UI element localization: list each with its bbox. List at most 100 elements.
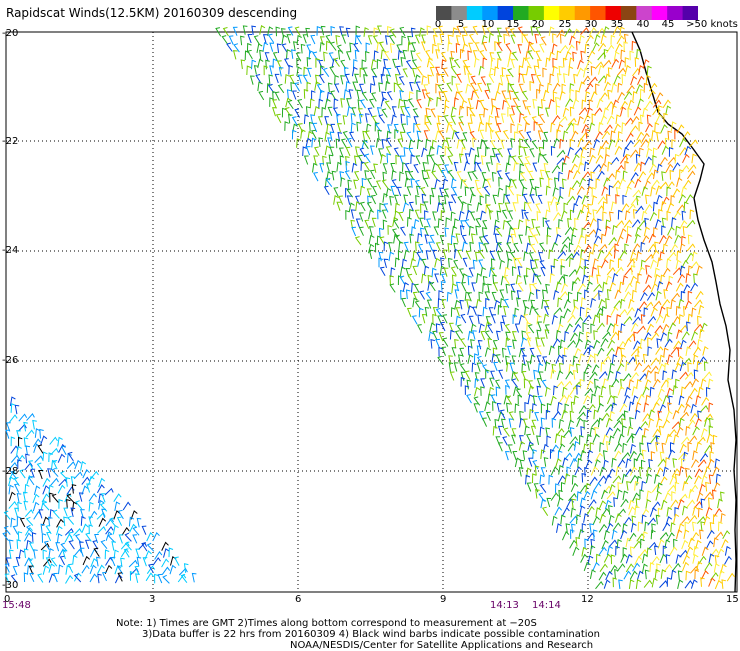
wind-barb [575,265,584,275]
wind-barb [593,529,598,540]
wind-barb [582,322,587,333]
wind-barb [529,444,535,454]
wind-barb [67,451,74,462]
wind-barb [425,250,431,260]
wind-barb [578,353,585,363]
wind-barb [600,361,606,372]
wind-barb [550,122,556,133]
wind-barb [477,340,483,350]
lat-label-26: -26 [2,355,18,366]
wind-barb [558,116,568,124]
wind-barb [617,91,625,101]
wind-barb [491,314,497,324]
wind-barb [610,130,616,141]
wind-barb [450,266,457,276]
wind-barb [569,209,575,220]
wind-barb [508,90,514,100]
wind-barb [713,482,721,492]
wind-barb [378,41,385,51]
wind-barb [561,482,566,492]
wind-barb [29,542,35,552]
wind-barb [371,67,377,78]
wind-barb [497,411,505,422]
wind-barb [625,553,633,564]
wind-barb [391,106,397,116]
wind-barb [576,514,581,525]
wind-barb [470,323,477,334]
wind-barb [600,338,609,347]
wind-barb [583,114,591,124]
wind-barb [455,43,461,53]
wind-barb [558,218,563,229]
wind-barb [611,457,617,468]
wind-barb [480,155,486,165]
wind-barb [426,115,432,126]
wind-barb [141,525,147,535]
wind-barb [687,290,693,301]
wind-barb [563,380,573,389]
wind-barb [616,489,623,500]
wind-barb [563,308,571,318]
wind-barb [685,194,694,204]
wind-barb [476,362,482,372]
wind-barb [529,178,535,189]
wind-barb [480,210,486,221]
wind-barb [413,164,419,174]
wind-barb [640,314,646,324]
wind-barb [12,565,18,576]
wind-barb [534,259,539,269]
wind-barb [297,74,303,84]
wind-barb [497,442,503,452]
wind-barb [615,220,625,228]
wind-barb [355,201,361,211]
wind-barb [423,226,429,236]
wind-barb [440,321,446,332]
wind-barb [541,154,549,164]
wind-barb [629,570,638,580]
wind-barb [650,186,656,197]
wind-barb [42,485,50,495]
wind-barb [478,291,484,302]
wind-barb [495,107,501,118]
wind-barb [364,219,370,229]
wind-barb [330,90,336,100]
wind-barb [95,556,101,567]
wind-barb [670,522,676,532]
wind-barb [675,554,682,564]
wind-barb [341,34,347,44]
wind-barb [564,226,574,235]
wind-barb [323,51,328,62]
wind-barb [454,330,461,340]
wind-barb [37,444,44,454]
wind-barb [366,201,373,212]
wind-barb [643,226,650,237]
wind-barb [444,164,449,174]
wind-barb [674,473,680,484]
wind-barb [384,100,392,110]
wind-barb [635,153,641,164]
wind-barb [617,67,626,76]
wind-barb [464,385,470,395]
wind-barb [632,91,638,101]
wind-barb [585,82,594,92]
wind-barb [594,353,599,364]
wind-barb [443,105,450,115]
wind-barb [423,265,430,276]
wind-barb [625,233,632,244]
wind-barb [447,257,453,268]
wind-barb [504,266,510,277]
wind-barb [583,513,589,523]
wind-barb [717,498,723,509]
wind-barb [472,137,477,148]
wind-barb [617,459,626,468]
wind-barb [536,435,541,445]
wind-barb [161,566,171,575]
wind-barb [473,403,479,413]
wind-barb [658,208,663,219]
wind-barb [536,88,541,99]
wind-barb [385,137,392,147]
wind-barb [73,528,83,536]
wind-barb [447,155,453,165]
wind-barb [96,484,105,494]
wind-barb [411,42,417,52]
